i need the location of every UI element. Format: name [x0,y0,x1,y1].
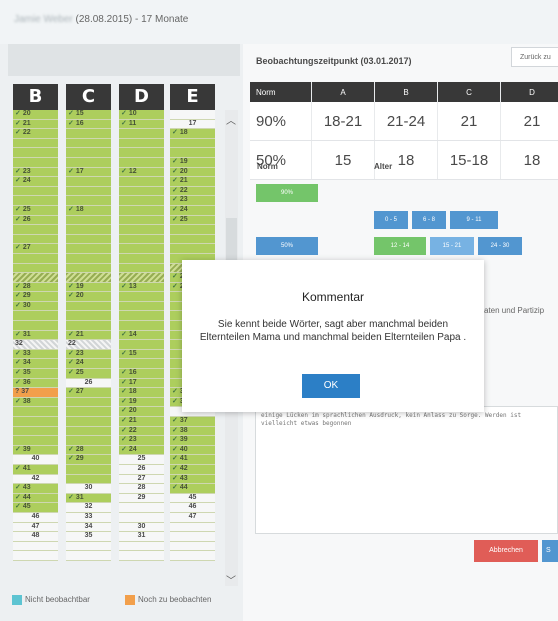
modal-message: Sie kennt beide Wörter, sagt aber manchm… [199,319,467,343]
modal-title: Kommentar [301,290,365,304]
ok-button[interactable]: OK [302,374,360,398]
comment-modal: Kommentar Sie kennt beide Wörter, sagt a… [182,260,484,412]
